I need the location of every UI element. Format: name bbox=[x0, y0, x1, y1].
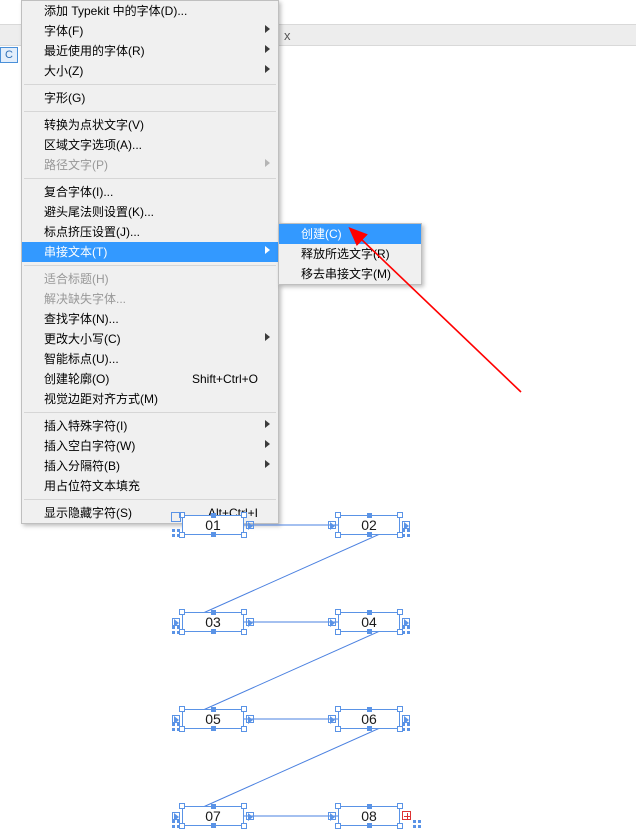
in-port-icon bbox=[172, 618, 180, 626]
text-frame-01[interactable]: 01 bbox=[182, 515, 244, 535]
chevron-right-icon bbox=[265, 246, 270, 254]
menu-font[interactable]: 字体(F) bbox=[22, 21, 278, 41]
menu-recent-fonts[interactable]: 最近使用的字体(R) bbox=[22, 41, 278, 61]
text-frame-02[interactable]: 02 bbox=[338, 515, 400, 535]
chevron-right-icon bbox=[265, 420, 270, 428]
menu-find-font[interactable]: 查找字体(N)... bbox=[22, 309, 278, 329]
submenu-create[interactable]: 创建(C) bbox=[279, 224, 421, 244]
in-port-icon bbox=[328, 812, 336, 820]
menu-mojikumi[interactable]: 标点挤压设置(J)... bbox=[22, 222, 278, 242]
in-port-icon bbox=[172, 812, 180, 820]
submenu-remove[interactable]: 移去串接文字(M) bbox=[279, 264, 421, 284]
menu-resolve-missing-fonts: 解决缺失字体... bbox=[22, 289, 278, 309]
menu-smart-punctuation[interactable]: 智能标点(U)... bbox=[22, 349, 278, 369]
menu-separator bbox=[24, 111, 276, 112]
text-frame-08[interactable]: 08 bbox=[338, 806, 400, 826]
text-frame-label: 07 bbox=[205, 808, 221, 824]
menu-insert-special-label: 插入特殊字符(I) bbox=[44, 419, 127, 433]
text-frame-label: 06 bbox=[361, 711, 377, 727]
type-menu: 添加 Typekit 中的字体(D)... 字体(F) 最近使用的字体(R) 大… bbox=[21, 0, 279, 524]
chevron-right-icon bbox=[265, 159, 270, 167]
menu-fit-headline: 适合标题(H) bbox=[22, 269, 278, 289]
menu-glyphs[interactable]: 字形(G) bbox=[22, 88, 278, 108]
menu-kinsoku[interactable]: 避头尾法则设置(K)... bbox=[22, 202, 278, 222]
out-port-icon bbox=[246, 521, 254, 529]
menu-composite-fonts[interactable]: 复合字体(I)... bbox=[22, 182, 278, 202]
menu-insert-break-label: 插入分隔符(B) bbox=[44, 459, 120, 473]
menu-font-label: 字体(F) bbox=[44, 24, 83, 38]
text-frame-07[interactable]: 07 bbox=[182, 806, 244, 826]
menu-size-label: 大小(Z) bbox=[44, 64, 83, 78]
in-port-icon bbox=[328, 618, 336, 626]
menu-insert-special[interactable]: 插入特殊字符(I) bbox=[22, 416, 278, 436]
text-frame-label: 03 bbox=[205, 614, 221, 630]
menu-type-on-path-label: 路径文字(P) bbox=[44, 158, 108, 172]
menu-separator bbox=[24, 412, 276, 413]
out-port-icon bbox=[402, 521, 410, 529]
menu-create-outlines[interactable]: 创建轮廓(O) Shift+Ctrl+O bbox=[22, 369, 278, 389]
chevron-right-icon bbox=[265, 45, 270, 53]
text-frame-label: 02 bbox=[361, 517, 377, 533]
out-port-icon bbox=[402, 715, 410, 723]
submenu-release[interactable]: 释放所选文字(R) bbox=[279, 244, 421, 264]
text-frame-06[interactable]: 06 bbox=[338, 709, 400, 729]
in-port-icon bbox=[328, 521, 336, 529]
menu-separator bbox=[24, 178, 276, 179]
text-frame-04[interactable]: 04 bbox=[338, 612, 400, 632]
menu-change-case-label: 更改大小写(C) bbox=[44, 332, 121, 346]
menu-change-case[interactable]: 更改大小写(C) bbox=[22, 329, 278, 349]
chevron-right-icon bbox=[265, 440, 270, 448]
in-port-icon bbox=[172, 715, 180, 723]
menu-type-on-path: 路径文字(P) bbox=[22, 155, 278, 175]
menu-size[interactable]: 大小(Z) bbox=[22, 61, 278, 81]
threaded-text-diagram: 01 02 03 04 05 06 07 bbox=[0, 490, 636, 828]
chevron-right-icon bbox=[265, 65, 270, 73]
menu-recent-fonts-label: 最近使用的字体(R) bbox=[44, 44, 145, 58]
threaded-text-submenu: 创建(C) 释放所选文字(R) 移去串接文字(M) bbox=[278, 223, 422, 285]
text-frame-05[interactable]: 05 bbox=[182, 709, 244, 729]
menu-create-outlines-label: 创建轮廓(O) bbox=[44, 372, 109, 386]
text-frame-03[interactable]: 03 bbox=[182, 612, 244, 632]
out-port-icon bbox=[246, 715, 254, 723]
tab-close-x[interactable]: x bbox=[284, 28, 291, 43]
chevron-right-icon bbox=[265, 460, 270, 468]
text-frame-label: 05 bbox=[205, 711, 221, 727]
menu-insert-break[interactable]: 插入分隔符(B) bbox=[22, 456, 278, 476]
menu-separator bbox=[24, 84, 276, 85]
overflow-indicator-icon bbox=[402, 811, 411, 820]
text-frame-label: 08 bbox=[361, 808, 377, 824]
shortcut-label: Shift+Ctrl+O bbox=[192, 369, 258, 389]
menu-threaded-text-label: 串接文本(T) bbox=[44, 245, 107, 259]
menu-to-point-text[interactable]: 转换为点状文字(V) bbox=[22, 115, 278, 135]
text-frame-label: 01 bbox=[205, 517, 221, 533]
menu-area-type-options[interactable]: 区域文字选项(A)... bbox=[22, 135, 278, 155]
chevron-right-icon bbox=[265, 25, 270, 33]
out-port-icon bbox=[246, 812, 254, 820]
chevron-right-icon bbox=[265, 333, 270, 341]
out-port-icon bbox=[246, 618, 254, 626]
menu-insert-whitespace[interactable]: 插入空白字符(W) bbox=[22, 436, 278, 456]
menu-separator bbox=[24, 265, 276, 266]
menu-insert-whitespace-label: 插入空白字符(W) bbox=[44, 439, 135, 453]
out-port-icon bbox=[402, 618, 410, 626]
text-frame-label: 04 bbox=[361, 614, 377, 630]
menu-threaded-text[interactable]: 串接文本(T) bbox=[22, 242, 278, 262]
menu-optical-margin[interactable]: 视觉边距对齐方式(M) bbox=[22, 389, 278, 409]
panel-tab[interactable]: C bbox=[0, 47, 18, 63]
menu-add-typekit[interactable]: 添加 Typekit 中的字体(D)... bbox=[22, 1, 278, 21]
thread-lines bbox=[0, 490, 636, 828]
in-port-icon bbox=[328, 715, 336, 723]
